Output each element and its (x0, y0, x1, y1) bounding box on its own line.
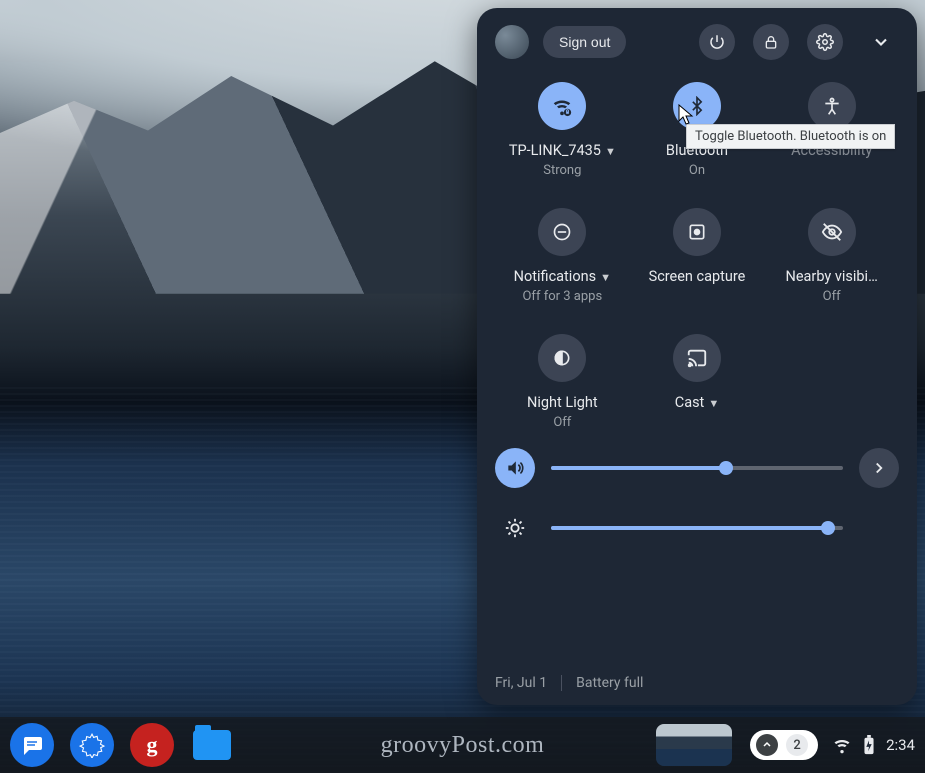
app-messages[interactable] (10, 723, 54, 767)
panel-header: Sign out (495, 24, 899, 60)
slider-section (495, 448, 899, 568)
update-available-icon (756, 734, 778, 756)
g-icon: g (147, 732, 158, 758)
footer-battery: Battery full (576, 675, 643, 691)
app-files[interactable] (190, 723, 234, 767)
collapse-panel-button[interactable] (863, 24, 899, 60)
volume-slider[interactable] (551, 466, 843, 470)
mouse-cursor-icon (678, 104, 696, 126)
bluetooth-tile[interactable]: Toggle Bluetooth. Bluetooth is on Blueto… (632, 82, 762, 178)
gear-icon (79, 732, 105, 758)
caret-icon: ▼ (605, 145, 616, 158)
folder-icon (193, 730, 231, 760)
screen-capture-icon (687, 222, 707, 242)
screen-capture-label: Screen capture (649, 268, 746, 287)
settings-button[interactable] (807, 24, 843, 60)
bluetooth-tooltip: Toggle Bluetooth. Bluetooth is on (686, 124, 895, 149)
nearby-sublabel: Off (823, 289, 841, 304)
wifi-tile[interactable]: TP-LINK_7435▼ Strong (497, 82, 627, 178)
wifi-icon (832, 735, 852, 755)
cast-tile[interactable]: Cast▼ (632, 334, 762, 430)
sign-out-button[interactable]: Sign out (543, 26, 626, 58)
panel-footer: Fri, Jul 1 Battery full (495, 675, 899, 691)
lock-icon (763, 34, 779, 50)
app-groovypost[interactable]: g (130, 723, 174, 767)
brightness-slider-row (495, 508, 899, 548)
nearby-label: Nearby visibi… (786, 268, 878, 285)
brightness-icon-button[interactable] (495, 508, 535, 548)
power-button[interactable] (699, 24, 735, 60)
wifi-icon (551, 95, 573, 117)
screen-capture-tile[interactable]: Screen capture (632, 208, 762, 304)
bluetooth-sublabel: On (689, 163, 705, 178)
volume-slider-row (495, 448, 899, 488)
lock-button[interactable] (753, 24, 789, 60)
notification-count-badge: 2 (786, 734, 808, 756)
do-not-disturb-icon (552, 222, 572, 242)
gear-icon (816, 33, 834, 51)
clock: 2:34 (886, 736, 915, 754)
notification-pill[interactable]: 2 (750, 730, 818, 760)
brightness-icon (504, 517, 526, 539)
chevron-right-icon (870, 459, 888, 477)
audio-settings-expand-button[interactable] (859, 448, 899, 488)
notifications-sublabel: Off for 3 apps (522, 289, 602, 304)
night-light-icon (552, 348, 572, 368)
night-light-tile[interactable]: Night Light Off (497, 334, 627, 430)
cast-icon (686, 347, 708, 369)
user-avatar[interactable] (495, 25, 529, 59)
volume-icon-button[interactable] (495, 448, 535, 488)
cast-label: Cast▼ (675, 394, 719, 411)
app-settings[interactable] (70, 723, 114, 767)
caret-icon: ▼ (600, 271, 611, 284)
accessibility-icon (822, 96, 842, 116)
divider (561, 675, 562, 691)
night-light-label: Night Light (527, 394, 598, 411)
visibility-off-icon (821, 221, 843, 243)
system-tray[interactable]: 2:34 (832, 735, 915, 755)
shelf-window-preview[interactable] (656, 724, 732, 766)
messages-icon (20, 733, 44, 757)
wifi-sublabel: Strong (543, 163, 581, 178)
notifications-label: Notifications▼ (514, 268, 611, 285)
brightness-slider[interactable] (551, 526, 843, 530)
volume-icon (505, 458, 525, 478)
quick-settings-panel: Sign out TP-LINK_7435▼ Strong Toggle Blu… (477, 8, 917, 705)
caret-icon: ▼ (708, 397, 719, 410)
footer-date: Fri, Jul 1 (495, 675, 547, 691)
battery-charging-icon (862, 735, 876, 755)
power-icon (708, 33, 726, 51)
shelf: g groovyPost.com 2 2:34 (0, 717, 925, 773)
quick-toggle-grid: TP-LINK_7435▼ Strong Toggle Bluetooth. B… (495, 82, 899, 430)
watermark-text: groovyPost.com (381, 732, 545, 759)
chevron-down-icon (871, 32, 891, 52)
wifi-label: TP-LINK_7435▼ (509, 142, 616, 159)
night-light-sublabel: Off (553, 415, 571, 430)
notifications-tile[interactable]: Notifications▼ Off for 3 apps (497, 208, 627, 304)
nearby-visibility-tile[interactable]: Nearby visibi… Off (767, 208, 897, 304)
